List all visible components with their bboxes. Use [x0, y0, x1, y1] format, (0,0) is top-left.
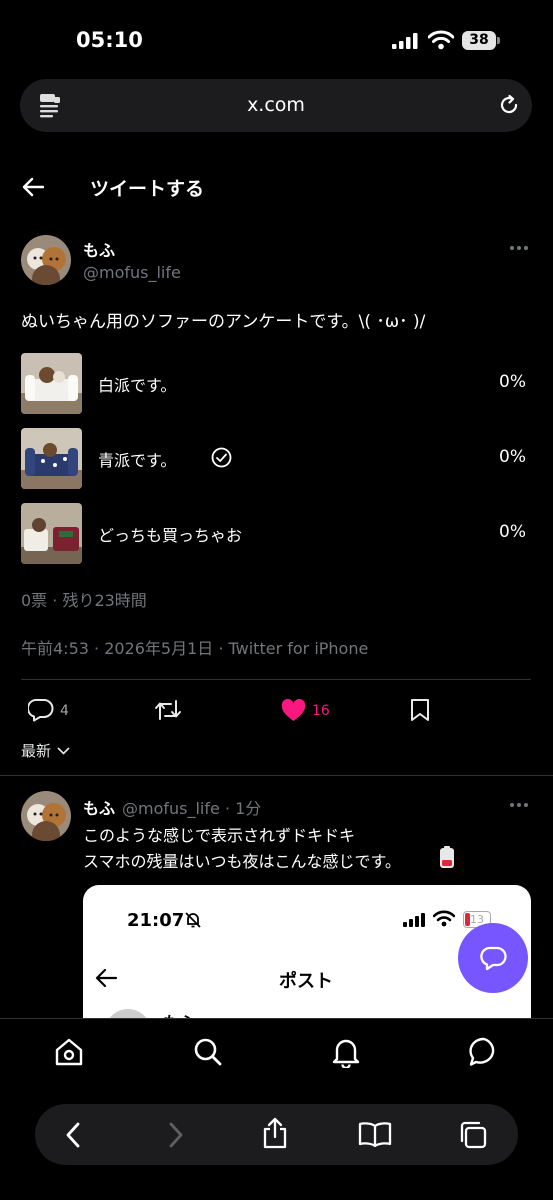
bell-slash-icon [184, 911, 202, 929]
home-icon[interactable] [54, 1037, 84, 1067]
reply-handle-time[interactable]: @mofus_life · 1分 [122, 795, 261, 819]
bookmark-icon[interactable] [410, 698, 430, 722]
poll-summary: 0票 · 残り23時間 [21, 591, 147, 610]
bookmarks-book-icon[interactable] [358, 1121, 392, 1147]
display-name[interactable]: もふ [83, 237, 115, 261]
poll-option[interactable]: どっちも買っちゃお 0% [21, 503, 531, 564]
retweet-icon[interactable] [154, 699, 182, 721]
embedded-back-arrow-icon [95, 968, 117, 988]
like-count: 16 [312, 703, 330, 719]
chevron-down-icon[interactable] [57, 747, 70, 755]
poll-option-percent: 0% [499, 372, 526, 392]
browser-toolbar [35, 1104, 518, 1165]
reply-text-line: スマホの残量はいつも夜はこんな感じです。 [83, 852, 401, 871]
embedded-status-time: 21:07 [127, 910, 185, 931]
reply-avatar[interactable] [21, 791, 71, 841]
sort-selector-label[interactable]: 最新 [21, 740, 51, 761]
embedded-display-name: もふ [163, 1009, 195, 1018]
browser-forward-icon[interactable] [168, 1122, 184, 1148]
embedded-avatar [105, 1009, 151, 1018]
more-options-icon[interactable] [509, 245, 529, 251]
messages-icon[interactable] [468, 1036, 500, 1068]
reply-more-options-icon[interactable] [509, 802, 529, 808]
poll-option-image [21, 428, 82, 489]
reply-icon[interactable] [28, 698, 54, 722]
notifications-bell-icon[interactable] [331, 1036, 361, 1068]
poll-option-image [21, 353, 82, 414]
reply-text-line: このような感じで表示されずドキドキ [83, 826, 356, 845]
avatar[interactable] [21, 235, 71, 285]
wifi-icon [428, 30, 454, 50]
tweet-text: ぬいちゃん用のソファーのアンケートです。\( ･ω･ )/ [21, 312, 426, 332]
poll-option-label: どっちも買っちゃお [98, 526, 243, 545]
embedded-signal-icon [403, 913, 425, 927]
poll-option-percent: 0% [499, 522, 526, 542]
page-title: ツイートする [90, 178, 205, 200]
back-arrow-icon[interactable] [22, 177, 44, 197]
compose-reply-button[interactable] [458, 923, 528, 993]
like-icon[interactable] [281, 699, 306, 722]
poll-option-label: 白派です。 [98, 376, 177, 395]
poll-option[interactable]: 白派です。 0% [21, 353, 531, 414]
embedded-title: ポスト [279, 971, 333, 992]
signal-icon [392, 33, 418, 49]
reply-count: 4 [60, 703, 69, 719]
divider [21, 679, 531, 680]
poll-option-label: 青派です。 [98, 451, 177, 470]
chat-bubble-icon [480, 945, 507, 972]
status-bar: 05:10 38 [0, 0, 553, 70]
browser-back-icon[interactable] [65, 1122, 81, 1148]
poll-option-percent: 0% [499, 447, 526, 467]
divider [0, 775, 553, 776]
url-text: x.com [247, 94, 305, 116]
reload-icon[interactable] [498, 94, 520, 116]
tweet-timestamp: 午前4:53 · 2026年5月1日 · Twitter for iPhone [21, 639, 369, 658]
status-time: 05:10 [76, 28, 143, 52]
address-bar[interactable]: x.com [20, 79, 532, 132]
battery-tip [497, 37, 500, 44]
bottom-tab-bar [0, 1018, 553, 1101]
check-circle-icon [211, 447, 232, 468]
low-battery-icon [439, 845, 455, 869]
user-handle[interactable]: @mofus_life [83, 263, 181, 282]
share-icon[interactable] [261, 1117, 289, 1149]
tabs-icon[interactable] [458, 1120, 488, 1150]
search-icon[interactable] [193, 1037, 223, 1067]
battery-indicator: 38 [462, 31, 496, 50]
poll-option-image [21, 503, 82, 564]
embedded-wifi-icon [433, 910, 455, 927]
reply-display-name[interactable]: もふ [83, 795, 115, 819]
poll-option[interactable]: 青派です。 0% [21, 428, 531, 489]
